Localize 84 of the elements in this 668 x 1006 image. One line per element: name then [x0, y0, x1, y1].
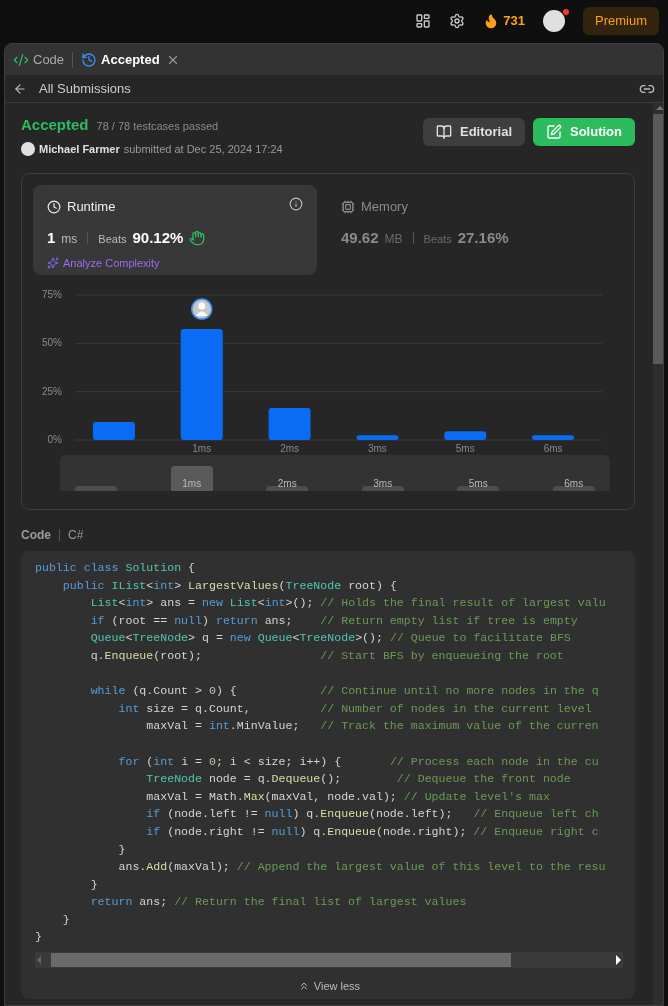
x-tick-label: 6ms — [543, 443, 563, 454]
y-tick-label: 0% — [47, 434, 62, 445]
all-submissions-link[interactable]: All Submissions — [39, 78, 131, 99]
sparkle-icon — [47, 257, 59, 270]
code-line: for (int i = 0; i < size; i++) { // Process each node in the cu — [117, 753, 600, 770]
horizontal-scrollbar[interactable] — [35, 952, 623, 969]
back-icon[interactable] — [13, 81, 27, 96]
code-line: maxVal = int.MinValue; // Track the maximum value of the curren — [145, 718, 600, 735]
premium-button[interactable]: Premium — [583, 7, 659, 35]
language-label: C# — [68, 527, 84, 544]
code-line: } — [117, 841, 127, 858]
tab-label: Accepted — [101, 50, 160, 69]
tab-label: Code — [33, 50, 65, 69]
overview-label: 1ms — [182, 477, 202, 491]
vertical-scrollbar[interactable] — [653, 103, 663, 1005]
layout-icon[interactable] — [415, 13, 432, 29]
code-line: public IList<int> LargestValues(TreeNode root) { — [61, 577, 398, 594]
code-line: return ans; // Return the final list of largest values — [89, 894, 468, 911]
code-line: public class Solution { — [35, 560, 197, 576]
metric-value: 1 — [47, 227, 56, 248]
x-tick-label: 3ms — [367, 443, 387, 454]
code-line: if (root == null) return ans; // Return empty list if tree is empty — [89, 612, 579, 629]
streak-count[interactable]: 731 — [503, 11, 525, 31]
submitted-text: submitted at Dec 25, 2024 17:24 — [123, 141, 283, 157]
overview-label: 3ms — [373, 477, 393, 491]
y-tick-label: 50% — [42, 337, 62, 349]
metric-unit: MB — [384, 230, 403, 248]
author-name[interactable]: Michael Farmer — [39, 140, 120, 157]
overview-label: 2ms — [277, 477, 297, 491]
status-title: Accepted — [21, 115, 89, 135]
avatar-marker-icon — [191, 298, 213, 320]
x-tick-label: 2ms — [280, 443, 300, 454]
code-line: q.Enqueue(root); // Start BFS by enqueueing the root — [89, 647, 565, 664]
metric-card[interactable]: Runtime 1 ms Beats 90.12% Analyze Complexity — [33, 185, 317, 275]
book-icon — [436, 124, 452, 140]
beats-label: Beats — [98, 231, 127, 247]
tab[interactable]: Accepted — [81, 49, 180, 70]
metric-unit: ms — [61, 230, 78, 248]
edit-icon — [546, 124, 562, 140]
y-tick-label: 25% — [42, 385, 62, 397]
y-tick-label: 75% — [42, 289, 62, 300]
x-tick-label: 5ms — [455, 443, 475, 454]
code-line: } — [61, 911, 71, 928]
metric-label: Memory — [361, 198, 408, 216]
code-line: TreeNode node = q.Dequeue(); // Dequeue the front node — [145, 771, 572, 788]
code-line: Queue<TreeNode> q = new Queue<TreeNode>(); // Queue to facilitate BFS — [89, 630, 572, 647]
code-line: int size = q.Count, // Number of nodes in the current level — [117, 700, 593, 717]
overview-label: 6ms — [564, 477, 584, 491]
code-line: ans.Add(maxVal); // Append the largest value of this level to the resu — [117, 859, 607, 876]
clock-icon — [47, 199, 61, 214]
testcases-text: 78 / 78 testcases passed — [96, 119, 219, 134]
settings-icon[interactable] — [449, 13, 466, 29]
code-line: if (node.right != null) q.Enqueue(node.right); // Enqueue right c — [145, 823, 600, 840]
code-line: maxVal = Math.Max(maxVal, node.val); // Update level's max — [145, 788, 551, 805]
beats-label: Beats — [423, 231, 452, 247]
code-icon — [13, 51, 29, 68]
code-line: List<int> ans = new List<int>(); // Holds the final result of largest valu — [89, 595, 607, 612]
beats-percent: 27.16% — [457, 227, 509, 248]
beats-percent: 90.12% — [132, 227, 184, 248]
bar — [532, 435, 575, 440]
history-icon — [81, 51, 98, 68]
code-line: } — [89, 876, 99, 893]
section-title: Code — [21, 527, 51, 544]
code-line: } — [35, 929, 43, 946]
x-tick-label: 1ms — [192, 443, 212, 454]
tab[interactable]: Code — [13, 49, 65, 70]
chip-icon — [341, 199, 355, 214]
metric-label: Runtime — [67, 198, 116, 216]
info-icon[interactable] — [289, 197, 303, 211]
bar — [92, 422, 135, 440]
overview-label: 5ms — [468, 477, 488, 491]
code-line: if (node.left != null) q.Enqueue(node.left); // Enqueue left ch — [145, 806, 600, 823]
metric-card[interactable]: Memory 49.62 MB Beats 27.16% — [327, 185, 611, 275]
avatar-icon[interactable] — [543, 10, 565, 32]
bar — [444, 431, 487, 440]
code-line: while (q.Count > 0) { // Continue until no more nodes in the q — [89, 683, 600, 700]
action-button[interactable]: Editorial — [423, 118, 525, 146]
range-overview[interactable]: 1ms 2ms 3ms 5ms 6ms — [60, 455, 610, 491]
bar — [268, 408, 311, 440]
hand-icon — [189, 229, 206, 246]
view-less-button[interactable]: View less — [297, 978, 361, 995]
metric-value: 49.62 — [341, 227, 379, 248]
bar — [356, 435, 399, 440]
user-avatar-icon — [21, 141, 35, 156]
